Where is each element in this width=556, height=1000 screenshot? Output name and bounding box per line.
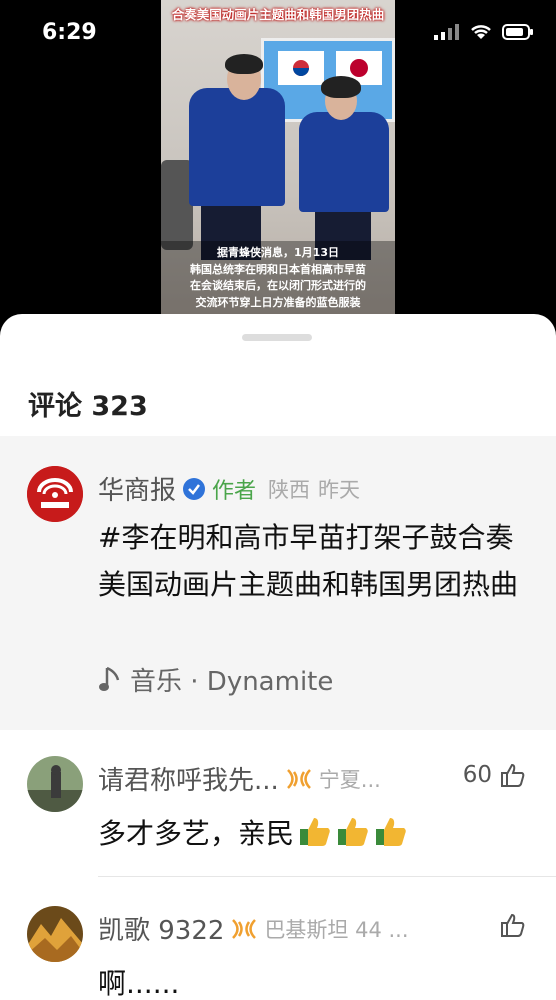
signal-icon	[434, 24, 459, 40]
comments-title: 评论 323	[28, 391, 148, 422]
user-avatar[interactable]	[27, 756, 83, 812]
music-link[interactable]: 音乐 · Dynamite	[98, 661, 333, 698]
comment-text-body: 啊......	[98, 967, 180, 1000]
thumbs-up-icon	[501, 763, 525, 787]
thumbs-up-emoji-icon	[338, 818, 368, 846]
vip-badge-icon	[286, 768, 311, 789]
comment-location: 宁夏...	[318, 767, 381, 792]
author-avatar[interactable]	[27, 466, 83, 522]
music-label: 音乐 · Dynamite	[130, 667, 334, 697]
video-title: 合奏美国动画片主题曲和韩国男团热曲	[171, 7, 385, 22]
comment-item[interactable]: 请君称呼我先... 宁夏... 60 多才多艺，亲民	[0, 730, 556, 850]
vip-badge-icon	[232, 918, 257, 939]
user-name[interactable]: 凯歌 9322	[98, 910, 224, 947]
thumbs-up-icon	[501, 913, 525, 937]
divider	[98, 876, 556, 877]
video-caption: 据青蜂侠消息，1月13日 韩国总统李在明和日本首相高市早苗 在会谈结束后，在以闭…	[161, 241, 395, 314]
comment-item[interactable]: 凯歌 9322 巴基斯坦 44 ... 啊......	[0, 880, 556, 1000]
author-comment[interactable]: 华商报 作者 陕西 昨天 #李在明和高市早苗打架子鼓合奏美国动画片主题曲和韩国男…	[0, 436, 556, 730]
comments-sheet: 评论 323 华商报 作者 陕西 昨天 #李在明和高市早苗打架子鼓合奏美国动画片…	[0, 314, 556, 1000]
like-button[interactable]	[492, 912, 526, 938]
like-button[interactable]: 60	[463, 762, 526, 788]
user-avatar[interactable]	[27, 906, 83, 962]
user-name[interactable]: 请君称呼我先...	[98, 760, 279, 797]
thumbs-up-emoji-icon	[300, 818, 330, 846]
author-comment-text: #李在明和高市早苗打架子鼓合奏美国动画片主题曲和韩国男团热曲	[98, 521, 519, 601]
caption-line: 韩国总统李在明和日本首相高市早苗	[190, 262, 366, 276]
caption-line: 在会谈结束后，在以闭门形式进行的	[190, 279, 366, 292]
status-icons	[434, 24, 534, 40]
drag-handle[interactable]	[242, 334, 312, 341]
video-player[interactable]: 合奏美国动画片主题曲和韩国男团热曲 据青蜂侠消息，1月13日 韩国总统李在明和日…	[161, 0, 395, 314]
comment-text-body: 多才多艺，亲民	[98, 817, 295, 850]
korea-flag-icon	[278, 51, 324, 85]
status-time: 6:29	[42, 20, 97, 45]
comment-time: 昨天	[318, 477, 361, 502]
like-count: 60	[462, 762, 492, 788]
comment-text: 多才多艺，亲民	[98, 812, 408, 852]
comment-text: 啊......	[98, 962, 179, 1000]
thumbs-up-emoji-icon	[376, 818, 406, 846]
music-note-icon	[99, 666, 120, 691]
caption-line: 交流环节穿上日方准备的蓝色服装	[195, 295, 361, 309]
author-tag: 作者	[212, 478, 257, 504]
wifi-icon	[471, 25, 491, 39]
caption-line: 据青蜂侠消息，1月13日	[217, 246, 339, 259]
verified-icon	[183, 477, 206, 500]
battery-icon	[502, 24, 533, 40]
comment-location: 陕西	[268, 477, 311, 502]
comment-location: 巴基斯坦 44 ...	[264, 917, 409, 942]
author-name[interactable]: 华商报	[98, 470, 176, 507]
